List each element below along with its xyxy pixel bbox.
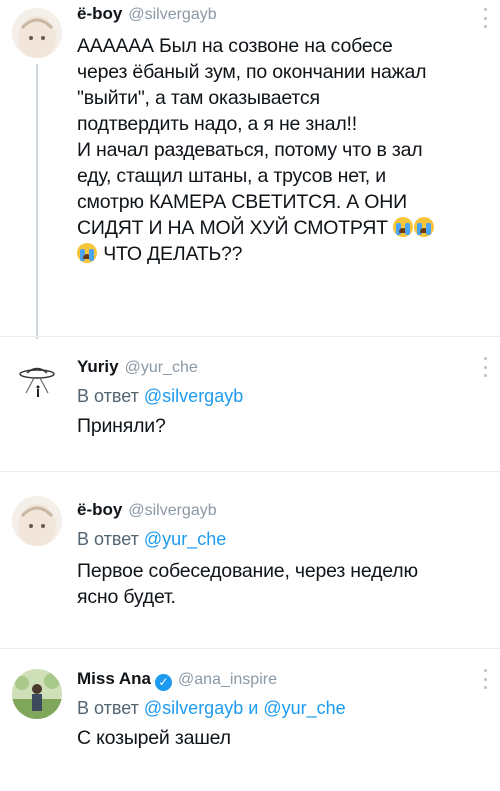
- post-header: Yuriy @yur_che: [77, 355, 470, 380]
- post-header: ё-boy @silvergayb: [77, 498, 470, 523]
- post-text: Первое собеседование, через неделю ясно …: [77, 558, 470, 610]
- author-handle[interactable]: @yur_che: [125, 359, 198, 376]
- mention-link[interactable]: @silvergayb: [144, 698, 243, 718]
- mention-link[interactable]: @yur_che: [144, 529, 226, 549]
- avatar[interactable]: [12, 8, 62, 58]
- reply-context: В ответ @silvergayb: [77, 384, 470, 409]
- text-line: смотрю КАМЕРА СВЕТИТСЯ. А ОНИ: [77, 191, 407, 213]
- author-name[interactable]: Miss Ana: [77, 669, 151, 688]
- avatar[interactable]: [12, 351, 62, 401]
- mention-link[interactable]: @silvergayb: [144, 386, 243, 406]
- text-line: через ёбаный зум, по окончании нажал: [77, 61, 427, 83]
- post-1[interactable]: ё-boy @silvergayb АААААА Был на созвоне н…: [0, 0, 500, 339]
- text-line: Приняли?: [77, 415, 166, 437]
- post-text: Приняли?: [77, 413, 470, 439]
- crying-face-icon: [414, 217, 435, 237]
- post-header: ё-boy @silvergayb: [77, 2, 470, 27]
- text-line: И начал раздеваться, потому что в зал: [77, 139, 423, 161]
- thread-line: [36, 64, 38, 339]
- text-line: С козырей зашел: [77, 727, 231, 749]
- text-line-content: СИДЯТ И НА МОЙ ХУЙ СМОТРЯТ: [77, 217, 388, 239]
- reply-prefix: В ответ: [77, 698, 139, 718]
- text-line: АААААА Был на созвоне на собесе: [77, 35, 393, 57]
- author-name[interactable]: ё-boy: [77, 4, 122, 23]
- text-line: ясно будет.: [77, 586, 176, 608]
- text-line: "выйти", а там оказывается: [77, 87, 320, 109]
- reply-prefix: В ответ: [77, 386, 139, 406]
- post-text: АААААА Был на созвоне на собесе через ёб…: [77, 33, 470, 267]
- post-4[interactable]: Miss Ana ✓ @ana_inspire В ответ @silvergay…: [0, 649, 500, 791]
- author-handle[interactable]: @silvergayb: [128, 502, 216, 519]
- mention-link[interactable]: @yur_che: [263, 698, 345, 718]
- text-line: подтвердить надо, а я не знал!!: [77, 113, 357, 135]
- avatar[interactable]: [12, 496, 62, 546]
- more-vertical-icon[interactable]: [484, 357, 488, 377]
- crying-face-icon: [393, 217, 414, 237]
- author-handle[interactable]: @silvergayb: [128, 6, 216, 23]
- post-3[interactable]: ё-boy @silvergayb В ответ @yur_che Первое…: [0, 472, 500, 647]
- avatar[interactable]: [12, 669, 62, 719]
- text-line: СИДЯТ И НА МОЙ ХУЙ СМОТРЯТ: [77, 215, 470, 241]
- reply-prefix: В ответ: [77, 529, 139, 549]
- verified-badge-icon: ✓: [155, 674, 173, 691]
- text-line: еду, стащил штаны, а трусов нет, и: [77, 165, 386, 187]
- author-name[interactable]: Yuriy: [77, 357, 119, 376]
- text-line: ЧТО ДЕЛАТЬ??: [77, 241, 470, 267]
- reply-joiner: и: [248, 698, 259, 718]
- reply-context: В ответ @silvergayb и @yur_che: [77, 696, 470, 721]
- text-line-content: ЧТО ДЕЛАТЬ??: [103, 243, 243, 265]
- text-line: Первое собеседование, через неделю: [77, 560, 418, 582]
- post-header: Miss Ana ✓ @ana_inspire: [77, 667, 470, 692]
- author-name[interactable]: ё-boy: [77, 500, 122, 519]
- more-vertical-icon[interactable]: [484, 669, 488, 689]
- author-handle[interactable]: @ana_inspire: [178, 671, 277, 688]
- post-2[interactable]: Yuriy @yur_che В ответ @silvergayb Принял…: [0, 337, 500, 470]
- crying-face-icon: [77, 243, 97, 263]
- reply-context: В ответ @yur_che: [77, 527, 470, 552]
- more-vertical-icon[interactable]: [484, 8, 488, 28]
- post-text: С козырей зашел: [77, 725, 470, 751]
